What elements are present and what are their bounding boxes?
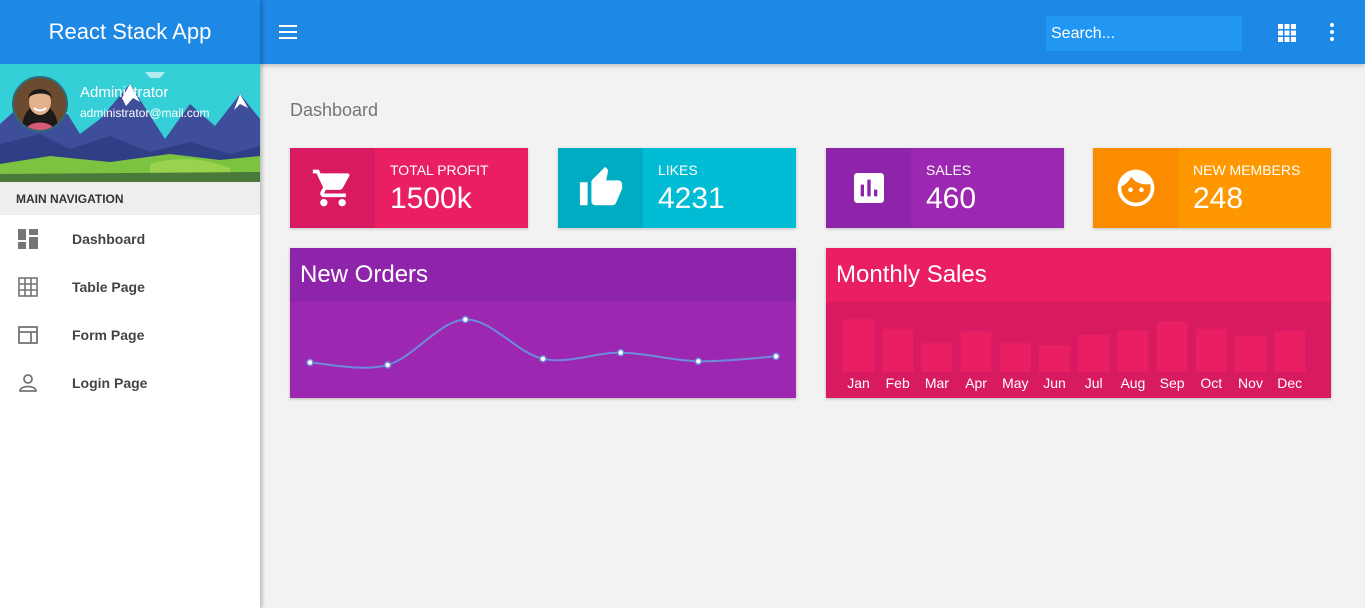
user-email: administrator@mail.com — [80, 106, 210, 120]
new-orders-point-6[interactable] — [694, 357, 703, 366]
monthly-sales-bar-sep[interactable] — [1156, 321, 1188, 372]
new-orders-point-2[interactable] — [383, 361, 392, 369]
monthly-sales-label-jul: Jul — [1085, 375, 1103, 391]
new-orders-line-chart — [306, 315, 780, 369]
top-app-bar — [260, 0, 1365, 64]
new-orders-point-3[interactable] — [461, 315, 470, 324]
stat-card-likes: LIKES 4231 — [558, 148, 796, 228]
monthly-sales-label-sep: Sep — [1160, 375, 1185, 391]
stat-value: 4231 — [658, 182, 725, 215]
thumbs-up-icon — [558, 148, 643, 228]
stat-card-sales: SALES 460 — [826, 148, 1064, 228]
shopping-cart-icon — [290, 148, 375, 228]
page-title: Dashboard — [290, 100, 379, 120]
monthly-sales-label-jun: Jun — [1043, 375, 1066, 391]
dashboard-icon — [0, 229, 72, 249]
stat-title: NEW MEMBERS — [1193, 162, 1301, 178]
monthly-sales-bar-dec[interactable] — [1274, 331, 1306, 372]
nav-item-dashboard[interactable]: Dashboard — [0, 215, 260, 263]
new-orders-point-5[interactable] — [616, 348, 625, 357]
new-orders-title: New Orders — [290, 248, 796, 302]
stat-value: 248 — [1193, 182, 1244, 215]
nav-item-label: Table Page — [72, 279, 145, 295]
avatar-portrait — [14, 78, 66, 130]
stat-value: 460 — [926, 182, 977, 215]
avatar[interactable] — [12, 76, 68, 132]
monthly-sales-label-apr: Apr — [965, 375, 987, 391]
monthly-sales-label-oct: Oct — [1200, 375, 1222, 391]
stat-card-total-profit: TOTAL PROFIT 1500k — [290, 148, 528, 228]
monthly-sales-bar-chart: Jan Feb Mar Apr May Jun Jul Aug Sep Oct Nov Dec — [843, 319, 1306, 391]
nav-header: MAIN NAVIGATION — [0, 182, 260, 215]
new-orders-panel: New Orders — [290, 248, 796, 398]
apps-grid-icon[interactable] — [1278, 24, 1296, 42]
monthly-sales-label-nov: Nov — [1238, 375, 1263, 391]
monthly-sales-label-dec: Dec — [1277, 375, 1302, 391]
monthly-sales-label-aug: Aug — [1120, 375, 1145, 391]
monthly-sales-bar-oct[interactable] — [1195, 328, 1227, 372]
nav-item-label: Dashboard — [72, 231, 146, 247]
stat-title: SALES — [926, 162, 972, 178]
new-orders-point-4[interactable] — [539, 355, 547, 363]
stat-title: TOTAL PROFIT — [390, 162, 489, 178]
nav-item-form-page[interactable]: Form Page — [0, 311, 260, 359]
stat-title: LIKES — [658, 162, 698, 178]
monthly-sales-panel: Monthly Sales Jan Feb Mar Apr May Jun Jul Aug Se… — [826, 248, 1331, 398]
search-input[interactable] — [1046, 16, 1242, 51]
person-icon — [0, 374, 72, 392]
new-orders-point-7[interactable] — [772, 352, 780, 361]
grid-icon — [0, 277, 72, 297]
app-title: React Stack App — [0, 0, 260, 64]
nav-item-label: Form Page — [72, 327, 145, 343]
monthly-sales-bar-may[interactable] — [999, 343, 1031, 372]
monthly-sales-bar-jan[interactable] — [843, 319, 874, 372]
nav-item-table-page[interactable]: Table Page — [0, 263, 260, 311]
monthly-sales-title: Monthly Sales — [826, 248, 1331, 302]
nav-item-login-page[interactable]: Login Page — [0, 359, 260, 407]
profile-banner: Administrator administrator@mail.com — [0, 64, 260, 182]
sidebar: React Stack App Administrator administra… — [0, 0, 260, 608]
monthly-sales-bar-mar[interactable] — [921, 343, 953, 372]
stat-card-new-members: NEW MEMBERS 248 — [1093, 148, 1331, 228]
monthly-sales-label-jan: Jan — [847, 375, 870, 391]
monthly-sales-label-feb: Feb — [886, 375, 910, 391]
monthly-sales-bar-jul[interactable] — [1078, 334, 1110, 372]
new-orders-point-1[interactable] — [306, 358, 314, 367]
monthly-sales-bar-aug[interactable] — [1117, 330, 1149, 372]
nav-item-label: Login Page — [72, 375, 148, 391]
monthly-sales-bar-apr[interactable] — [960, 331, 992, 372]
monthly-sales-bar-nov[interactable] — [1235, 336, 1266, 372]
face-icon — [1093, 148, 1178, 228]
web-form-icon — [0, 326, 72, 344]
monthly-sales-bar-jun[interactable] — [1039, 345, 1070, 372]
monthly-sales-bar-feb[interactable] — [882, 328, 914, 372]
more-vertical-icon[interactable] — [1328, 22, 1336, 42]
monthly-sales-label-mar: Mar — [925, 375, 949, 391]
monthly-sales-label-may: May — [1002, 375, 1028, 391]
hamburger-menu-icon[interactable] — [278, 22, 298, 42]
user-name: Administrator — [80, 84, 169, 101]
stat-value: 1500k — [390, 182, 472, 215]
bar-chart-icon — [826, 148, 911, 228]
